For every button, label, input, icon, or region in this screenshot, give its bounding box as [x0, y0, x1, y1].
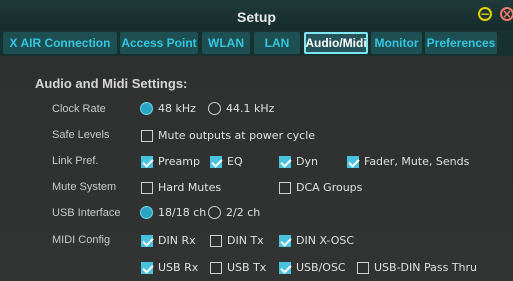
minimize-icon[interactable]: −	[478, 7, 492, 21]
usb-tx-checkbox[interactable]: USB Tx	[210, 261, 266, 274]
fader-mute-sends-checkbox[interactable]: Fader, Mute, Sends	[347, 155, 469, 168]
eq-checkbox[interactable]: EQ	[210, 155, 243, 168]
mute-outputs-checkbox[interactable]: Mute outputs at power cycle	[141, 129, 315, 142]
checkbox-icon[interactable]	[141, 261, 153, 274]
checkbox-icon[interactable]	[210, 155, 222, 168]
din-rx-checkbox[interactable]: DIN Rx	[141, 234, 196, 247]
title-bar: Setup − ×	[0, 0, 513, 30]
section-heading: Audio and Midi Settings:	[35, 76, 188, 91]
tab-bar: X AIR Connection Access Point WLAN LAN A…	[0, 30, 513, 56]
tab-audio-midi[interactable]: Audio/Midi	[304, 32, 368, 54]
option-label: DIN Tx	[227, 234, 264, 247]
option-label: Hard Mutes	[158, 181, 222, 194]
checkbox-icon[interactable]	[279, 155, 291, 168]
tab-wlan[interactable]: WLAN	[202, 32, 250, 54]
dca-groups-checkbox[interactable]: DCA Groups	[279, 181, 362, 194]
clock-rate-48-option[interactable]: 48 kHz	[140, 102, 196, 115]
checkbox-icon[interactable]	[279, 234, 291, 247]
option-label: Dyn	[296, 155, 318, 168]
option-label: 18/18 ch	[158, 206, 207, 219]
option-label: DIN Rx	[158, 234, 196, 247]
option-label: DCA Groups	[296, 181, 363, 194]
usb-2-option[interactable]: 2/2 ch	[208, 206, 260, 219]
mute-system-label: Mute System	[52, 181, 117, 193]
checkbox-icon[interactable]	[141, 181, 153, 194]
option-label: USB-DIN Pass Thru	[374, 261, 478, 274]
option-label: 44.1 kHz	[226, 102, 275, 115]
din-x-osc-checkbox[interactable]: DIN X-OSC	[279, 234, 354, 247]
radio-icon[interactable]	[208, 102, 221, 115]
clock-rate-44-option[interactable]: 44.1 kHz	[208, 102, 274, 115]
tab-monitor[interactable]: Monitor	[371, 32, 422, 54]
link-pref-label: Link Pref.	[52, 155, 99, 167]
din-tx-checkbox[interactable]: DIN Tx	[210, 234, 264, 247]
tab-x-air-connection[interactable]: X AIR Connection	[3, 32, 117, 54]
radio-icon[interactable]	[140, 206, 153, 219]
usb-interface-label: USB Interface	[52, 207, 121, 219]
checkbox-icon[interactable]	[141, 234, 153, 247]
option-label: Fader, Mute, Sends	[364, 155, 470, 168]
usb-din-pass-thru-checkbox[interactable]: USB-DIN Pass Thru	[357, 261, 477, 274]
preamp-checkbox[interactable]: Preamp	[141, 155, 200, 168]
radio-icon[interactable]	[208, 206, 221, 219]
checkbox-icon[interactable]	[210, 261, 222, 274]
option-label: USB Tx	[227, 261, 267, 274]
option-label: Mute outputs at power cycle	[158, 129, 316, 142]
checkbox-icon[interactable]	[210, 234, 222, 247]
tab-preferences[interactable]: Preferences	[425, 32, 497, 54]
checkbox-icon[interactable]	[279, 181, 291, 194]
checkbox-icon[interactable]	[357, 261, 369, 274]
radio-icon[interactable]	[140, 102, 153, 115]
option-label: EQ	[227, 155, 243, 168]
checkbox-icon[interactable]	[141, 129, 153, 142]
safe-levels-label: Safe Levels	[52, 129, 110, 141]
usb-rx-checkbox[interactable]: USB Rx	[141, 261, 198, 274]
window-title: Setup	[237, 9, 276, 25]
usb-osc-checkbox[interactable]: USB/OSC	[279, 261, 346, 274]
option-label: Preamp	[158, 155, 200, 168]
tab-access-point[interactable]: Access Point	[120, 32, 198, 54]
usb-18-option[interactable]: 18/18 ch	[140, 206, 206, 219]
clock-rate-label: Clock Rate	[52, 103, 106, 115]
option-label: 48 kHz	[158, 102, 196, 115]
checkbox-icon[interactable]	[141, 155, 153, 168]
option-label: 2/2 ch	[226, 206, 261, 219]
midi-config-label: MIDI Config	[52, 234, 111, 246]
option-label: DIN X-OSC	[296, 234, 355, 247]
checkbox-icon[interactable]	[279, 261, 291, 274]
tab-lan[interactable]: LAN	[254, 32, 300, 54]
checkbox-icon[interactable]	[347, 155, 359, 168]
close-icon[interactable]: ×	[500, 7, 513, 21]
hard-mutes-checkbox[interactable]: Hard Mutes	[141, 181, 221, 194]
option-label: USB Rx	[158, 261, 199, 274]
dyn-checkbox[interactable]: Dyn	[279, 155, 318, 168]
option-label: USB/OSC	[296, 261, 346, 274]
